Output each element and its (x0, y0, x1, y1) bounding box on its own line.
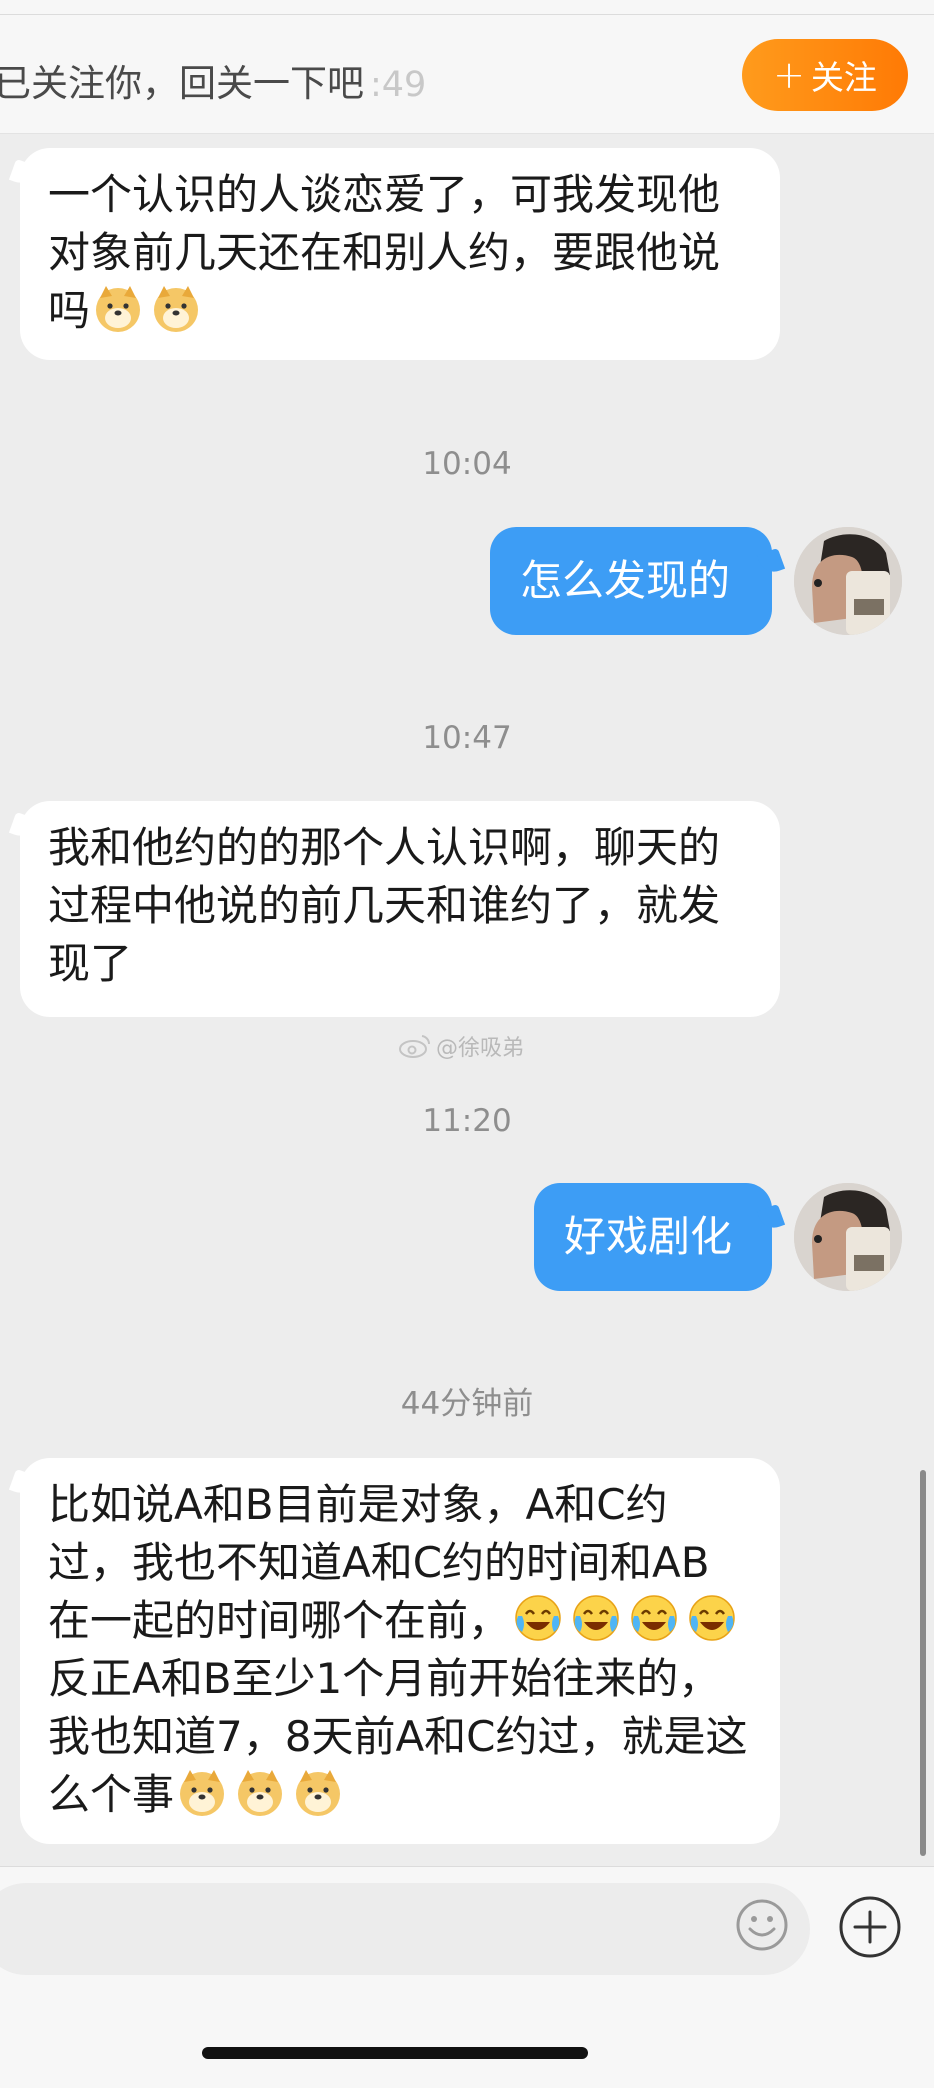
doge-emoji-icon (92, 282, 144, 334)
message-text: 怎么发现的 (520, 556, 731, 605)
laugh-cry-emoji-icon (628, 1592, 680, 1644)
message-text: 反正A和B至少1个月前开始往来的，我也知道7，8天前A和C约过，就是这么个事 (48, 1654, 748, 1819)
laugh-cry-emoji-icon (512, 1592, 564, 1644)
laugh-cry-emoji-icon (570, 1592, 622, 1644)
message-text: 好戏剧化 (564, 1212, 733, 1261)
follow-button-label: 关注 (810, 58, 877, 97)
doge-emoji-icon (292, 1766, 344, 1818)
message-text: 我和他约的的那个人认识啊，聊天的过程中他说的前几天和谁约了，就发现了 (48, 823, 721, 988)
doge-emoji-icon (176, 1766, 228, 1818)
status-bar-edge (0, 0, 934, 15)
home-indicator (202, 2047, 588, 2059)
watermark-text: @徐吸弟 (436, 1036, 525, 1061)
scrollbar[interactable] (920, 1470, 926, 1856)
incoming-message[interactable]: 我和他约的的那个人认识啊，聊天的过程中他说的前几天和谁约了，就发现了 (20, 801, 780, 1017)
plus-circle-icon[interactable] (838, 1895, 902, 1959)
plus-icon: + (773, 53, 805, 97)
incoming-message[interactable]: 一个认识的人谈恋爱了，可我发现他对象前几天还在和别人约，要跟他说吗 (20, 148, 780, 360)
weibo-icon (399, 1035, 431, 1058)
follow-prompt-text: 已关注你，回关一下吧 (0, 62, 364, 105)
outgoing-message[interactable]: 好戏剧化 (534, 1183, 772, 1291)
user-avatar[interactable] (794, 1183, 902, 1291)
follow-prompt-bar: 已关注你，回关一下吧 :49 + 关注 (0, 15, 934, 134)
doge-emoji-icon (150, 282, 202, 334)
message-timestamp: 44分钟前 (400, 1386, 534, 1422)
message-input[interactable] (0, 1883, 810, 1975)
follow-button[interactable]: + 关注 (742, 39, 908, 111)
message-text: 一个认识的人谈恋爱了，可我发现他对象前几天还在和别人约，要跟他说吗 (48, 170, 721, 335)
incoming-message[interactable]: 比如说A和B目前是对象，A和C约过，我也不知道A和C约的时间和AB在一起的时间哪… (20, 1458, 780, 1844)
message-timestamp: 11:20 (422, 1103, 512, 1139)
message-timestamp: 10:04 (422, 446, 512, 482)
laugh-cry-emoji-icon (686, 1592, 738, 1644)
message-timestamp: 10:47 (422, 720, 512, 756)
doge-emoji-icon (234, 1766, 286, 1818)
smiley-icon[interactable] (734, 1897, 790, 1953)
user-avatar[interactable] (794, 527, 902, 635)
watermark: @徐吸弟 (398, 1030, 524, 1062)
outgoing-message[interactable]: 怎么发现的 (490, 527, 772, 635)
message-composer (0, 1866, 934, 2088)
faded-timestamp: :49 (370, 65, 427, 105)
